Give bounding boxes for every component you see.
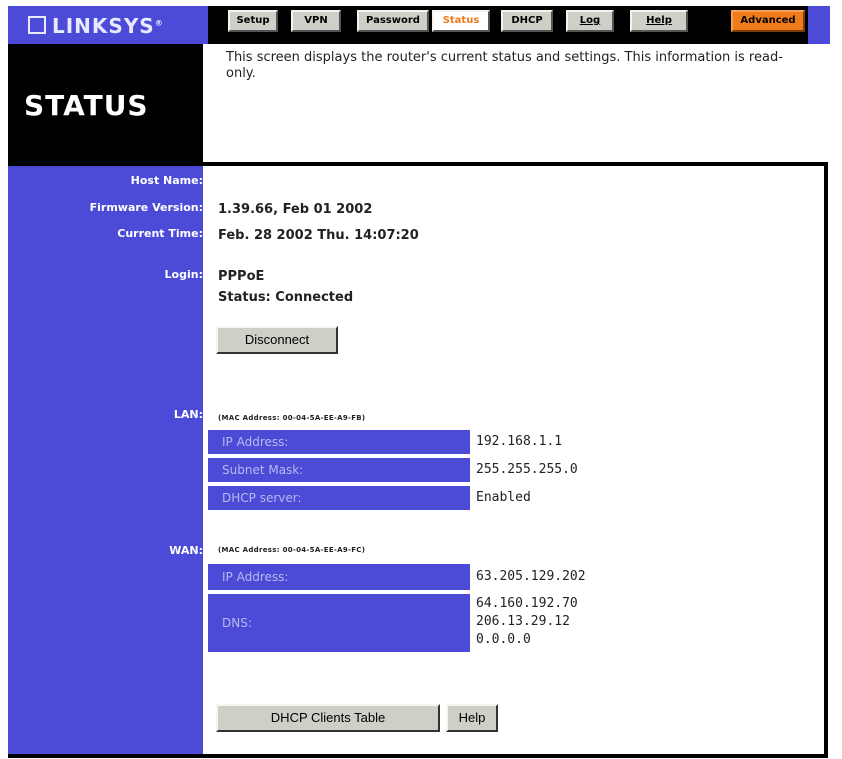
brand-mark: ® (154, 18, 164, 28)
tab-status[interactable]: Status (432, 10, 490, 32)
label-login: Login: (164, 268, 203, 281)
disconnect-button[interactable]: Disconnect (216, 326, 338, 354)
lan-subnet-label: Subnet Mask: (208, 458, 470, 482)
wan-dns-tertiary: 0.0.0.0 (476, 632, 531, 647)
label-host-name: Host Name: (130, 174, 203, 187)
wan-dns-primary: 64.160.192.70 (476, 596, 578, 611)
lan-mac-address: (MAC Address: 00-04-5A-EE-A9-FB) (218, 414, 366, 422)
dhcp-clients-table-button[interactable]: DHCP Clients Table (216, 704, 440, 732)
wan-dns-label: DNS: (208, 594, 470, 652)
wan-ip-label: IP Address: (208, 564, 470, 590)
lan-ip-value: 192.168.1.1 (476, 434, 563, 449)
logo-bar: LINKSYS® (8, 6, 208, 44)
tab-password[interactable]: Password (357, 10, 429, 32)
router-status-page: LINKSYS® Setup VPN Password Status DHCP … (0, 0, 842, 759)
label-lan: LAN: (173, 408, 203, 421)
wan-dns-secondary: 206.13.29.12 (476, 614, 570, 629)
page-title: STATUS (24, 89, 149, 122)
content-bottom-edge (8, 754, 828, 758)
label-firmware-version: Firmware Version: (89, 201, 203, 214)
tab-advanced[interactable]: Advanced (731, 10, 805, 32)
wan-ip-value: 63.205.129.202 (476, 569, 586, 584)
label-current-time: Current Time: (117, 227, 203, 240)
tab-setup[interactable]: Setup (228, 10, 278, 32)
lan-ip-label: IP Address: (208, 430, 470, 454)
tab-dhcp[interactable]: DHCP (501, 10, 553, 32)
label-wan: WAN: (169, 544, 203, 557)
help-button[interactable]: Help (446, 704, 498, 732)
lan-subnet-value: 255.255.255.0 (476, 462, 578, 477)
brand-name: LINKSYS (52, 14, 155, 38)
login-type-value: PPPoE (218, 269, 265, 284)
nav-end-cap (808, 6, 830, 44)
linksys-logo-icon (28, 16, 46, 34)
current-time-value: Feb. 28 2002 Thu. 14:07:20 (218, 228, 419, 243)
lan-dhcp-label: DHCP server: (208, 486, 470, 510)
page-title-box: STATUS (8, 44, 203, 162)
content-right-edge (824, 166, 828, 754)
tab-log[interactable]: Log (566, 10, 614, 32)
wan-mac-address: (MAC Address: 00-04-5A-EE-A9-FC) (218, 546, 366, 554)
linksys-logo: LINKSYS® (28, 14, 164, 38)
tab-help[interactable]: Help (630, 10, 688, 32)
tab-vpn[interactable]: VPN (291, 10, 341, 32)
sidebar: Host Name: Firmware Version: Current Tim… (8, 166, 203, 754)
login-status-value: Status: Connected (218, 290, 354, 305)
firmware-version-value: 1.39.66, Feb 01 2002 (218, 202, 373, 217)
page-description: This screen displays the router's curren… (226, 50, 783, 81)
lan-dhcp-value: Enabled (476, 490, 531, 505)
